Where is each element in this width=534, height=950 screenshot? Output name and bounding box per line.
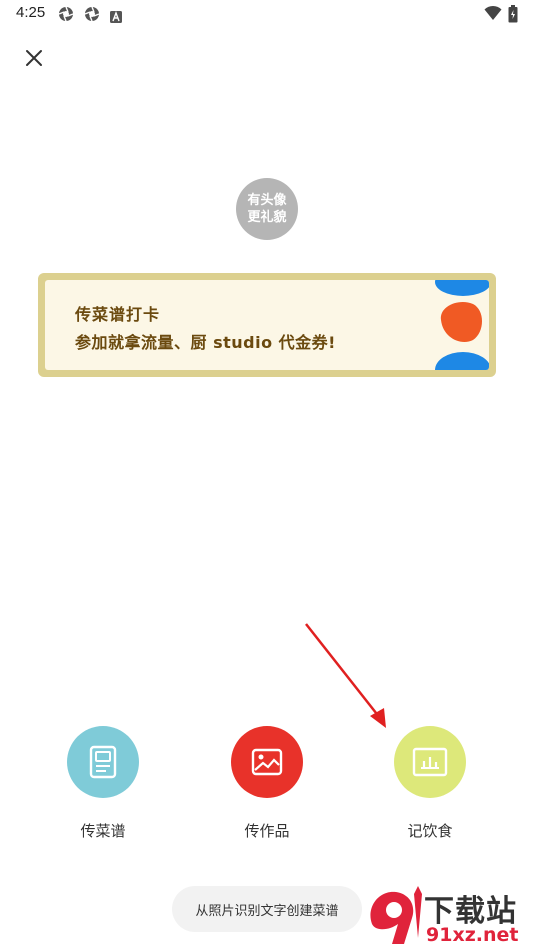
aperture-icon — [58, 6, 74, 22]
log-diet-circle — [394, 726, 466, 798]
recipe-document-icon — [89, 745, 117, 779]
font-a-icon — [110, 8, 122, 23]
banner-title: 传菜谱打卡 — [75, 305, 161, 324]
battery-icon — [508, 5, 518, 27]
status-bar: 4:25 — [0, 0, 534, 28]
upload-recipe-label: 传菜谱 — [80, 822, 126, 840]
close-icon — [26, 50, 42, 66]
avatar-placeholder[interactable]: 有头像更礼貌 — [236, 178, 298, 240]
upload-recipe-circle — [67, 726, 139, 798]
upload-work-button[interactable]: 传作品 — [217, 726, 317, 841]
wifi-icon — [484, 5, 502, 25]
watermark-url: 91xz.net — [426, 924, 519, 946]
annotation-arrow-icon — [305, 623, 386, 728]
promo-banner-body: 传菜谱打卡 参加就拿流量、厨 studio 代金券! — [45, 280, 489, 370]
watermark-logo-icon — [370, 886, 422, 944]
ocr-create-recipe-label: 从照片识别文字创建菜谱 — [195, 903, 339, 919]
avatar-text: 有头像更礼貌 — [247, 193, 287, 225]
log-diet-label: 记饮食 — [407, 822, 453, 840]
status-time: 4:25 — [16, 4, 46, 21]
upload-work-label: 传作品 — [244, 822, 290, 840]
aperture-icon — [84, 6, 100, 22]
close-button[interactable] — [20, 44, 48, 72]
upload-recipe-button[interactable]: 传菜谱 — [53, 726, 153, 841]
ocr-create-recipe-button[interactable]: 从照片识别文字创建菜谱 — [172, 886, 362, 932]
log-diet-button[interactable]: 记饮食 — [380, 726, 480, 841]
banner-subtitle: 参加就拿流量、厨 studio 代金券! — [75, 333, 336, 352]
banner-decoration-icon — [435, 280, 489, 370]
chart-frame-icon — [412, 747, 448, 777]
watermark: 下载站 91xz.net — [364, 884, 534, 950]
promo-banner[interactable]: 传菜谱打卡 参加就拿流量、厨 studio 代金券! — [38, 273, 496, 377]
upload-work-circle — [231, 726, 303, 798]
image-icon — [251, 748, 283, 776]
